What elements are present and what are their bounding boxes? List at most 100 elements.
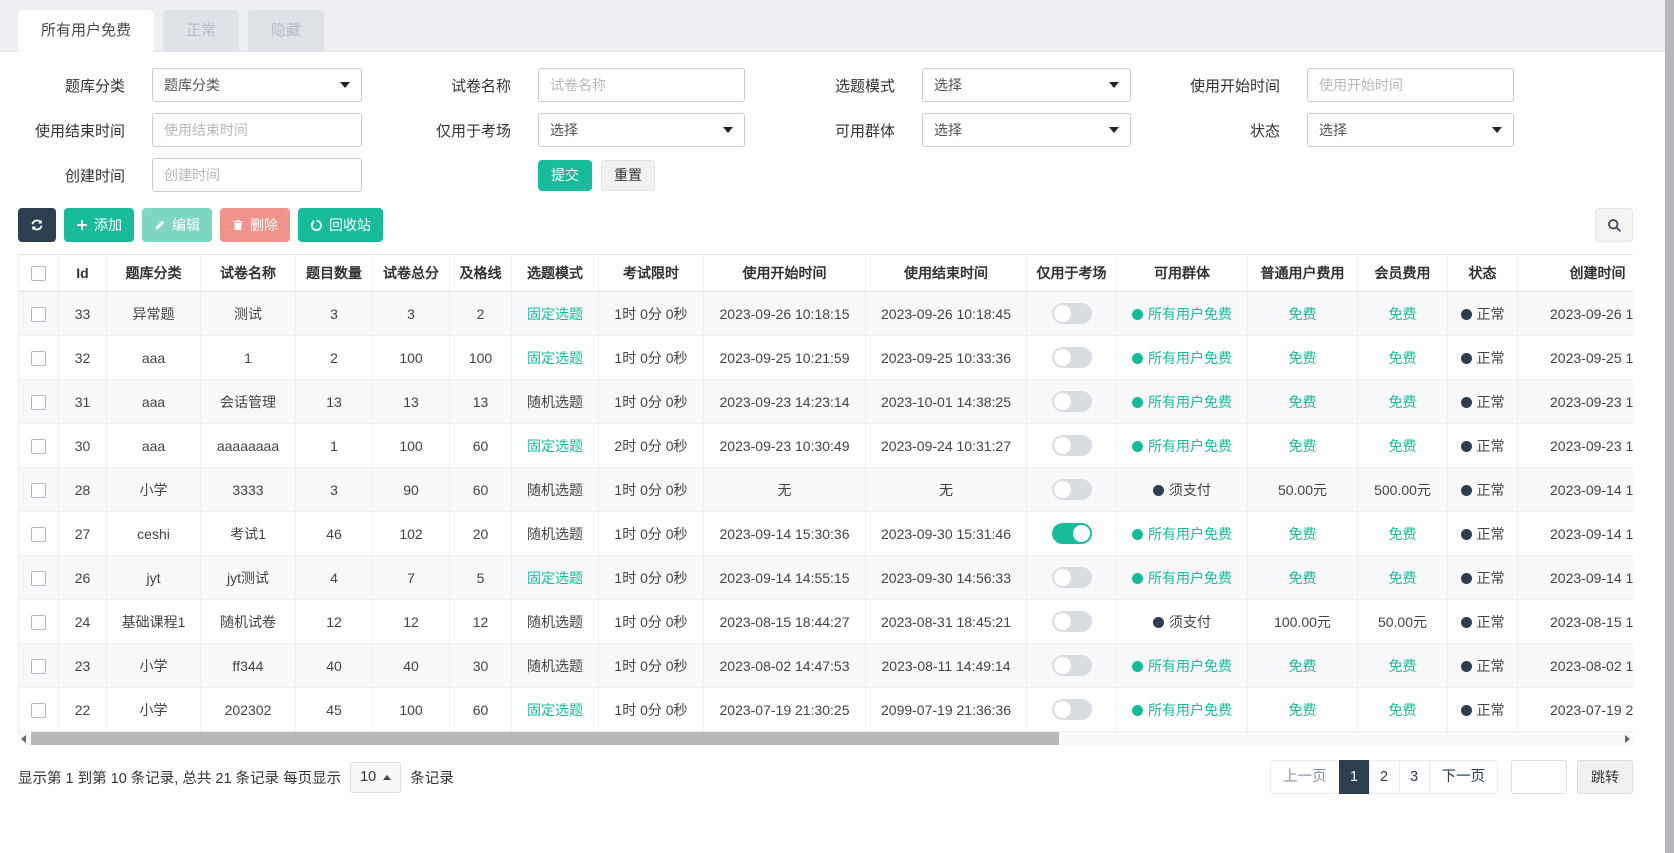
group-select[interactable]: 选择: [922, 113, 1131, 147]
search-button[interactable]: [1595, 208, 1633, 242]
exam-only-toggle[interactable]: [1052, 303, 1092, 324]
jump-button[interactable]: 跳转: [1577, 760, 1633, 794]
mode-link[interactable]: 固定选题: [527, 570, 583, 586]
exam-only-toggle[interactable]: [1052, 611, 1092, 632]
status-select[interactable]: 选择: [1307, 113, 1514, 147]
exam-only-toggle[interactable]: [1052, 347, 1092, 368]
exam-only-toggle[interactable]: [1052, 567, 1092, 588]
row-checkbox[interactable]: [31, 615, 46, 630]
search-icon: [1607, 218, 1622, 233]
prev-page-button[interactable]: 上一页: [1270, 760, 1340, 794]
page-vertical-scrollbar[interactable]: [1665, 0, 1674, 853]
chevron-down-icon: [1492, 127, 1502, 133]
scroll-right-icon[interactable]: [1625, 735, 1630, 743]
group-dot-icon: [1132, 573, 1143, 584]
row-checkbox[interactable]: [31, 571, 46, 586]
category-select[interactable]: 题库分类: [152, 68, 362, 102]
reset-button[interactable]: 重置: [601, 160, 655, 191]
horizontal-scrollbar[interactable]: [18, 732, 1633, 745]
table-cell: 1时 0分 0秒: [599, 292, 704, 336]
table-cell: 2023-09-14 15:30:36: [704, 512, 866, 556]
table-cell: 2023-07-19 21:: [1518, 688, 1634, 732]
tab-all-users-free[interactable]: 所有用户免费: [18, 10, 154, 52]
mode-link[interactable]: 固定选题: [527, 306, 583, 322]
status-cell: 正常: [1448, 688, 1518, 732]
tab-strip: 所有用户免费 正常 隐藏: [0, 0, 1674, 52]
scroll-left-icon[interactable]: [21, 735, 26, 743]
end-time-input[interactable]: [152, 113, 362, 147]
row-checkbox[interactable]: [31, 351, 46, 366]
member-fee-cell: 免费: [1358, 644, 1448, 688]
page-size-value: 10: [360, 769, 376, 785]
status-dot-icon: [1461, 485, 1472, 496]
edit-button[interactable]: 编辑: [142, 208, 212, 242]
tab-normal[interactable]: 正常: [163, 10, 239, 51]
table-cell: 12: [296, 600, 373, 644]
exam-only-toggle[interactable]: [1052, 655, 1092, 676]
table-cell: 小学: [107, 468, 201, 512]
mode-link[interactable]: 固定选题: [527, 702, 583, 718]
recycle-bin-button[interactable]: 回收站: [298, 208, 383, 242]
mode-link: 随机选题: [527, 658, 583, 674]
table-cell: 3: [296, 292, 373, 336]
table-cell: 100: [450, 336, 512, 380]
tab-hidden[interactable]: 隐藏: [248, 10, 324, 51]
row-checkbox[interactable]: [31, 483, 46, 498]
recycle-icon: [310, 219, 323, 232]
table-cell: 2023-08-02 14:: [1518, 644, 1634, 688]
created-time-input[interactable]: [152, 158, 362, 192]
row-checkbox[interactable]: [31, 703, 46, 718]
status-cell: 正常: [1448, 468, 1518, 512]
refresh-button[interactable]: [18, 208, 56, 242]
chevron-down-icon: [340, 82, 350, 88]
add-button[interactable]: 添加: [64, 208, 134, 242]
row-checkbox[interactable]: [31, 307, 46, 322]
edit-button-label: 编辑: [172, 215, 200, 235]
table-row: 31aaa会话管理131313随机选题1时 0分 0秒2023-09-23 14…: [19, 380, 1634, 424]
exam-only-toggle[interactable]: [1052, 699, 1092, 720]
table-cell: 2023-09-26 10:: [1518, 292, 1634, 336]
horizontal-scrollbar-thumb[interactable]: [31, 732, 1059, 745]
row-checkbox[interactable]: [31, 527, 46, 542]
page-button-1[interactable]: 1: [1339, 760, 1370, 794]
exam-only-toggle[interactable]: [1052, 391, 1092, 412]
delete-button[interactable]: 删除: [220, 208, 290, 242]
mode-link[interactable]: 固定选题: [527, 350, 583, 366]
next-page-button[interactable]: 下一页: [1429, 760, 1499, 794]
table-row: 27ceshi考试14610220随机选题1时 0分 0秒2023-09-14 …: [19, 512, 1634, 556]
exam-only-toggle[interactable]: [1052, 435, 1092, 456]
table-cell: 基础课程1: [107, 600, 201, 644]
page-button-2[interactable]: 2: [1369, 760, 1400, 794]
exam-only-toggle[interactable]: [1052, 479, 1092, 500]
group-dot-icon: [1132, 705, 1143, 716]
table-cell: ff344: [201, 644, 296, 688]
page-size-select[interactable]: 10: [350, 762, 401, 793]
mode-link[interactable]: 固定选题: [527, 438, 583, 454]
paper-name-input[interactable]: [538, 68, 745, 102]
group-dot-icon: [1132, 441, 1143, 452]
member-fee-cell: 免费: [1358, 336, 1448, 380]
column-header: 创建时间: [1518, 255, 1634, 292]
table-cell: 3333: [201, 468, 296, 512]
column-header: 题目数量: [296, 255, 373, 292]
exam-only-toggle[interactable]: [1052, 523, 1092, 544]
table-cell: 40: [296, 644, 373, 688]
jump-page-input[interactable]: [1511, 760, 1567, 794]
table-row: 22小学2023024510060固定选题1时 0分 0秒2023-07-19 …: [19, 688, 1634, 732]
column-header: 及格线: [450, 255, 512, 292]
submit-button[interactable]: 提交: [538, 160, 592, 191]
member-fee-cell: 免费: [1358, 380, 1448, 424]
select-all-checkbox[interactable]: [31, 266, 46, 281]
row-checkbox[interactable]: [31, 659, 46, 674]
exam-only-select[interactable]: 选择: [538, 113, 745, 147]
fee-cell: 50.00元: [1248, 468, 1358, 512]
row-checkbox[interactable]: [31, 439, 46, 454]
group-select-value: 选择: [934, 120, 962, 140]
table-cell: 2023-09-26 10:18:45: [866, 292, 1027, 336]
row-checkbox[interactable]: [31, 395, 46, 410]
mode-select[interactable]: 选择: [922, 68, 1131, 102]
page-button-3[interactable]: 3: [1399, 760, 1430, 794]
pagination-info: 显示第 1 到第 10 条记录, 总共 21 条记录 每页显示: [18, 767, 341, 788]
start-time-input[interactable]: [1307, 68, 1514, 102]
table-cell: 45: [296, 688, 373, 732]
